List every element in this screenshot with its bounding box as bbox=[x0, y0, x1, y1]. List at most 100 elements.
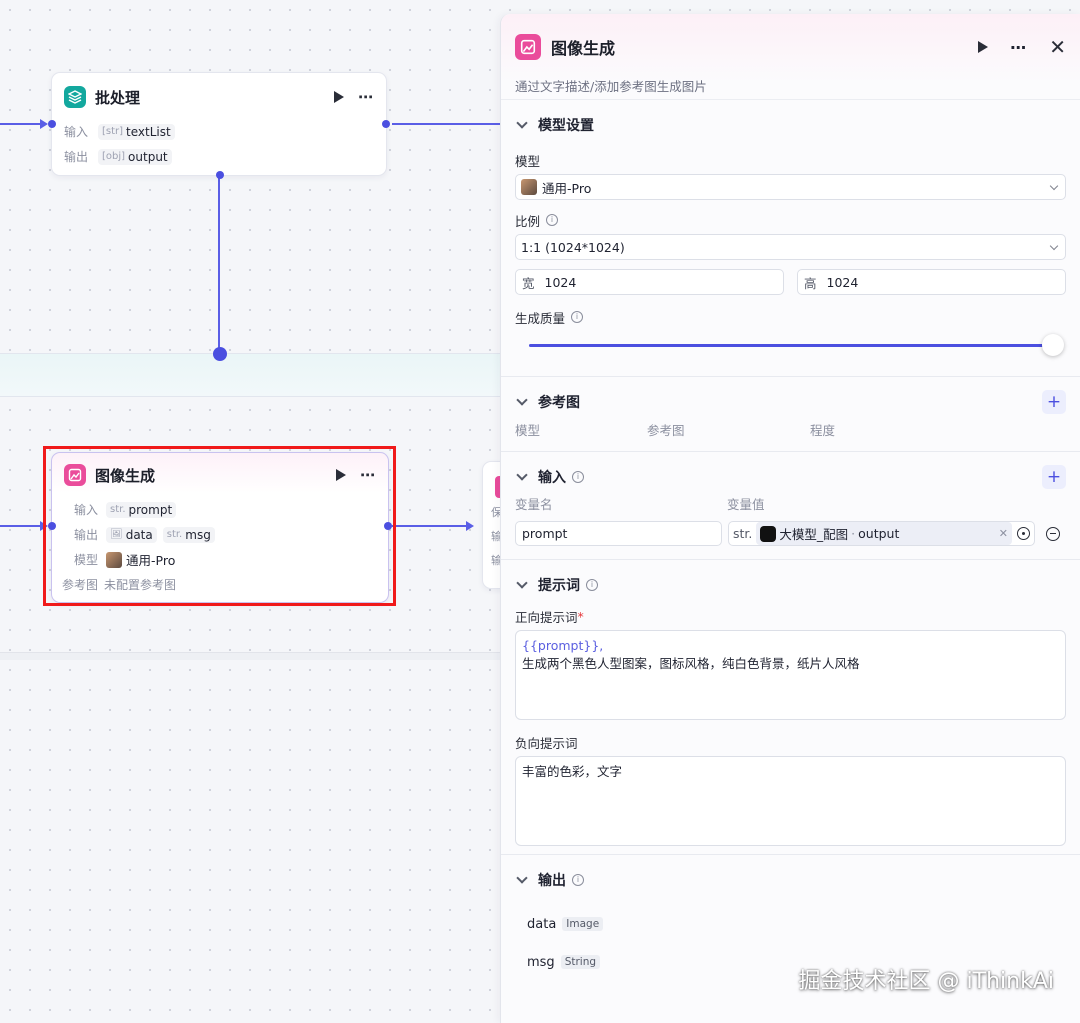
prompt-section: 提示词 i 正向提示词 * {{prompt}}, 生成两个黑色人型图案，图标风格，… bbox=[501, 560, 1080, 855]
input-section: 输入 i + 变量名 变量值 prompt str. 大模型_配图 · output … bbox=[501, 452, 1080, 560]
info-icon[interactable]: i bbox=[572, 874, 584, 886]
height-value: 1024 bbox=[826, 274, 859, 290]
model-label: 模型 bbox=[515, 153, 541, 169]
prompt-variable: {{prompt}}, bbox=[522, 638, 604, 653]
section-toggle[interactable]: 模型设置 bbox=[515, 100, 1066, 150]
batch-body-port[interactable] bbox=[213, 347, 227, 361]
body-port[interactable] bbox=[216, 171, 224, 179]
output-name: msg bbox=[527, 954, 555, 970]
batch-node[interactable]: 批处理 ⋯ 输入 [str] textList 输出 [obj] output bbox=[48, 72, 390, 179]
output-name: data bbox=[527, 916, 557, 932]
height-label: 高 bbox=[804, 275, 817, 291]
edge-out-image bbox=[392, 525, 468, 527]
input-port[interactable] bbox=[48, 120, 56, 128]
run-node-button[interactable] bbox=[978, 41, 989, 53]
ratio-label: 比例 bbox=[515, 213, 541, 229]
model-value: 通用-Pro bbox=[542, 180, 592, 196]
info-icon[interactable]: i bbox=[586, 579, 598, 591]
var-name: prompt bbox=[522, 526, 568, 541]
node-config-panel: 图像生成 ⋯ ✕ 通过文字描述/添加参考图生成图片 模型设置 模型 通用-Pro… bbox=[500, 14, 1080, 1023]
target-icon[interactable] bbox=[1017, 527, 1030, 540]
positive-prompt-textarea[interactable]: {{prompt}}, 生成两个黑色人型图案，图标风格，纯白色背景，纸片人风格 bbox=[515, 630, 1066, 720]
add-reference-button[interactable]: + bbox=[1042, 390, 1066, 414]
quality-label: 生成质量 bbox=[515, 310, 566, 326]
chevron-down-icon bbox=[516, 117, 528, 129]
edge-into-batch bbox=[0, 123, 44, 125]
selection-highlight bbox=[43, 446, 396, 606]
ratio-value: 1:1 (1024*1024) bbox=[521, 239, 625, 255]
close-icon[interactable]: ✕ bbox=[1049, 35, 1066, 59]
height-field[interactable]: 高 1024 bbox=[797, 269, 1066, 295]
remove-variable-button[interactable] bbox=[1046, 526, 1060, 541]
chevron-down-icon[interactable] bbox=[516, 394, 528, 406]
width-field[interactable]: 宽 1024 bbox=[515, 269, 784, 295]
var-value-input[interactable]: str. 大模型_配图 · output ✕ bbox=[728, 521, 1035, 546]
var-field: output bbox=[858, 526, 900, 541]
panel-description: 通过文字描述/添加参考图生成图片 bbox=[515, 79, 707, 94]
type-prefix: [obj] bbox=[102, 151, 126, 162]
ratio-select[interactable]: 1:1 (1024*1024) bbox=[515, 234, 1066, 260]
edge-arrow bbox=[40, 119, 48, 129]
panel-title: 图像生成 bbox=[551, 39, 616, 58]
input-var: textList bbox=[126, 124, 171, 139]
model-settings-section: 模型设置 模型 通用-Pro 比例 i 1:1 (1024*1024) 宽 1024… bbox=[501, 100, 1080, 377]
output-type: Image bbox=[562, 917, 604, 931]
chevron-down-icon[interactable] bbox=[516, 872, 528, 884]
col-header: 参考图 bbox=[647, 423, 685, 438]
section-title: 输入 bbox=[538, 470, 566, 486]
output-var: output bbox=[128, 149, 168, 164]
type-prefix: str. bbox=[733, 526, 753, 541]
col-header: 程度 bbox=[810, 423, 836, 438]
input-label: 输入 bbox=[64, 125, 89, 139]
chevron-down-icon[interactable] bbox=[516, 469, 528, 481]
edge-batch-body bbox=[218, 177, 220, 353]
negative-prompt-text: 丰富的色彩，文字 bbox=[522, 764, 623, 779]
quality-slider[interactable] bbox=[515, 331, 1066, 359]
required-mark: * bbox=[577, 608, 584, 624]
clear-icon[interactable]: ✕ bbox=[999, 527, 1008, 540]
positive-prompt-text: 生成两个黑色人型图案，图标风格，纯白色背景，纸片人风格 bbox=[522, 656, 860, 671]
canvas-group-divider bbox=[0, 652, 500, 660]
reference-section: 参考图 + 模型 参考图 程度 bbox=[501, 377, 1080, 452]
image-icon bbox=[515, 34, 541, 60]
slider-thumb[interactable] bbox=[1042, 334, 1064, 356]
section-title: 模型设置 bbox=[538, 118, 594, 134]
edge-into-image bbox=[0, 525, 44, 527]
edge-arrow bbox=[466, 521, 474, 531]
negative-prompt-textarea[interactable]: 丰富的色彩，文字 bbox=[515, 756, 1066, 846]
col-header: 变量值 bbox=[727, 497, 765, 512]
output-item: data Image bbox=[527, 905, 1066, 943]
model-select[interactable]: 通用-Pro bbox=[515, 174, 1066, 200]
more-options-icon[interactable]: ⋯ bbox=[1010, 38, 1027, 57]
node-title: 批处理 bbox=[95, 88, 141, 107]
section-title: 参考图 bbox=[538, 395, 580, 411]
canvas-group-band bbox=[0, 353, 500, 397]
col-header: 变量名 bbox=[515, 497, 553, 512]
width-value: 1024 bbox=[544, 274, 577, 290]
type-prefix: [str] bbox=[102, 126, 124, 137]
var-name-input[interactable]: prompt bbox=[515, 521, 722, 546]
output-port[interactable] bbox=[382, 120, 390, 128]
run-node-button[interactable] bbox=[334, 91, 344, 103]
info-icon[interactable]: i bbox=[571, 311, 584, 323]
width-label: 宽 bbox=[522, 275, 535, 291]
chevron-down-icon bbox=[1049, 241, 1059, 250]
section-title: 输出 bbox=[538, 873, 566, 889]
more-options-icon[interactable]: ⋯ bbox=[358, 88, 374, 106]
var-source: 大模型_配图 bbox=[779, 527, 849, 542]
negative-label: 负向提示词 bbox=[515, 735, 578, 751]
output-label: 输出 bbox=[64, 150, 89, 164]
chevron-down-icon[interactable] bbox=[516, 577, 528, 589]
layers-icon bbox=[64, 86, 86, 108]
output-type: String bbox=[560, 955, 601, 969]
add-input-button[interactable]: + bbox=[1042, 465, 1066, 489]
edge-out-batch bbox=[392, 123, 500, 125]
var-reference-chip[interactable]: 大模型_配图 · output ✕ bbox=[756, 522, 1012, 545]
col-header: 模型 bbox=[515, 423, 541, 438]
info-icon[interactable]: i bbox=[546, 214, 559, 226]
positive-label: 正向提示词 bbox=[515, 609, 578, 625]
watermark: 掘金技术社区 @ iThinkAi bbox=[798, 969, 1054, 994]
section-title: 提示词 bbox=[538, 578, 580, 594]
info-icon[interactable]: i bbox=[572, 471, 584, 483]
slider-fill bbox=[529, 344, 1053, 347]
